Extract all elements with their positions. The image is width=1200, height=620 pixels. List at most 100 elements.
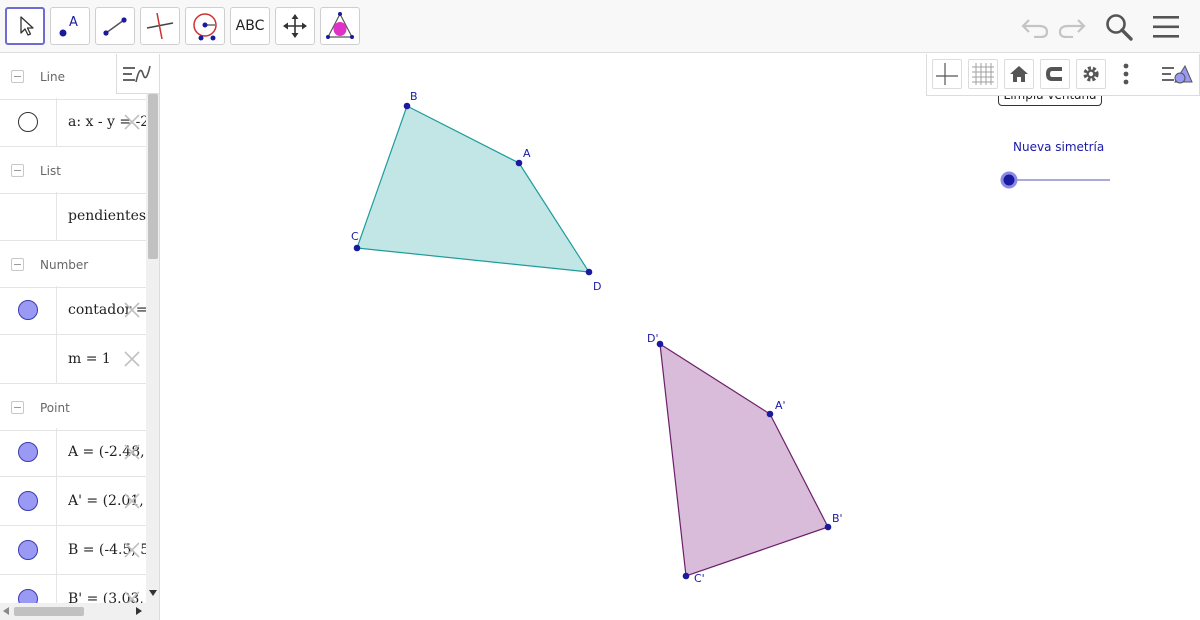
text-tool-button[interactable]: ABC: [230, 7, 270, 45]
visibility-toggle[interactable]: [18, 112, 38, 132]
scrollbar-thumb[interactable]: [14, 607, 84, 616]
delete-icon[interactable]: [122, 442, 142, 462]
marble-cell: [0, 526, 57, 574]
search-icon: [1106, 14, 1133, 41]
custom-tool-icon: [326, 12, 354, 39]
polygon-reflected[interactable]: [659, 342, 829, 577]
algebra-style-button[interactable]: [116, 54, 159, 94]
algebra-row[interactable]: B = (-4.5, 5.6): [0, 526, 146, 575]
delete-icon[interactable]: [122, 300, 142, 320]
toggle-grid-button[interactable]: [968, 59, 998, 89]
main-menu-button[interactable]: [1149, 10, 1183, 44]
point-label-a: A: [523, 147, 531, 160]
more-icon: [1123, 63, 1129, 85]
algebra-horizontal-scrollbar[interactable]: [0, 603, 146, 620]
menu-icon: [1153, 16, 1179, 38]
text-tool-label: ABC: [235, 18, 265, 34]
move-graphics-tool-button[interactable]: [275, 7, 315, 45]
visibility-toggle[interactable]: [18, 300, 38, 320]
perpendicular-tool-button[interactable]: [140, 7, 180, 45]
graphics-style-bar: [926, 54, 1200, 96]
marble-cell: [0, 428, 57, 476]
algebra-style-icon: [123, 65, 151, 82]
segment-icon: [103, 17, 127, 36]
algebra-row[interactable]: a: x - y = -2: [0, 98, 146, 147]
scroll-down-arrow-icon[interactable]: [149, 590, 157, 596]
algebra-row[interactable]: A = (-2.48, 4.61): [0, 428, 146, 477]
section-label: Point: [40, 400, 70, 415]
point-a[interactable]: [515, 159, 523, 167]
perpendicular-icon: [146, 12, 174, 40]
section-header-point[interactable]: Point: [0, 385, 146, 431]
algebra-expression[interactable]: pendientes = {1}: [68, 192, 146, 240]
more-options-button[interactable]: [1115, 59, 1137, 89]
collapse-icon[interactable]: [11, 258, 24, 271]
algebra-row[interactable]: contador = 1: [0, 286, 146, 335]
redo-icon: [1058, 19, 1086, 38]
marble-cell: [0, 98, 57, 146]
style-bar-icon: [1162, 64, 1193, 84]
axes-icon: [936, 63, 958, 85]
redo-button[interactable]: [1055, 10, 1089, 44]
visibility-toggle[interactable]: [18, 442, 38, 462]
point-label-c: C: [351, 230, 359, 243]
slider-label: Nueva simetría: [1013, 140, 1105, 154]
section-header-list[interactable]: List: [0, 148, 146, 194]
point-label-b-prime: B': [832, 512, 843, 525]
polygon-original[interactable]: [356, 105, 591, 273]
point-tool-letter: A: [69, 15, 78, 30]
collapse-icon[interactable]: [11, 401, 24, 414]
move-tool-button[interactable]: [5, 7, 45, 45]
style-bar-toggle-button[interactable]: [1157, 59, 1197, 89]
scroll-left-arrow-icon[interactable]: [3, 607, 9, 615]
point-icon: A: [59, 15, 78, 37]
circle-icon: [193, 13, 217, 41]
custom-tool-button[interactable]: [320, 7, 360, 45]
grid-icon: [972, 63, 994, 85]
algebra-row[interactable]: pendientes = {1}: [0, 192, 146, 241]
collapse-icon[interactable]: [11, 164, 24, 177]
marble-cell: [0, 335, 57, 383]
search-button[interactable]: [1102, 10, 1136, 44]
point-c[interactable]: [353, 244, 361, 252]
algebra-view: Line a: x - y = -2 List pendientes = {1}…: [0, 54, 160, 620]
point-capturing-button[interactable]: [1040, 59, 1070, 89]
algebra-vertical-scrollbar[interactable]: [146, 54, 159, 620]
slider-handle[interactable]: [1000, 171, 1018, 189]
standard-view-button[interactable]: [1004, 59, 1034, 89]
section-header-number[interactable]: Number: [0, 242, 146, 288]
delete-icon[interactable]: [122, 349, 142, 369]
toggle-axes-button[interactable]: [932, 59, 962, 89]
point-c-prime[interactable]: [682, 572, 690, 580]
point-label-d: D: [593, 280, 601, 293]
algebra-row[interactable]: A' = (2.01, -0.52): [0, 477, 146, 526]
circle-tool-button[interactable]: [185, 7, 225, 45]
move-graphics-icon: [283, 14, 307, 38]
point-b-prime[interactable]: [824, 523, 832, 531]
section-label: List: [40, 163, 61, 178]
marble-cell: [0, 286, 57, 334]
point-label-a-prime: A': [775, 399, 786, 412]
visibility-toggle[interactable]: [18, 540, 38, 560]
section-label: Line: [40, 69, 66, 84]
graphics-view[interactable]: B A D C D' A' B' C': [168, 54, 1200, 620]
point-label-b: B: [410, 90, 418, 103]
segment-tool-button[interactable]: [95, 7, 135, 45]
delete-icon[interactable]: [122, 112, 142, 132]
point-label-d-prime: D': [647, 332, 659, 345]
delete-icon[interactable]: [122, 491, 142, 511]
collapse-icon[interactable]: [11, 70, 24, 83]
point-b[interactable]: [403, 102, 411, 110]
undo-button[interactable]: [1018, 10, 1052, 44]
graphics-settings-button[interactable]: [1076, 59, 1106, 89]
delete-icon[interactable]: [122, 540, 142, 560]
visibility-toggle[interactable]: [18, 491, 38, 511]
main-toolbar: A ABC: [0, 0, 1200, 53]
point-a-prime[interactable]: [766, 410, 774, 418]
point-tool-button[interactable]: A: [50, 7, 90, 45]
scrollbar-thumb[interactable]: [148, 94, 158, 259]
algebra-row[interactable]: m = 1: [0, 335, 146, 384]
point-d[interactable]: [585, 268, 593, 276]
pointer-icon: [20, 16, 34, 36]
scroll-right-arrow-icon[interactable]: [136, 607, 142, 615]
